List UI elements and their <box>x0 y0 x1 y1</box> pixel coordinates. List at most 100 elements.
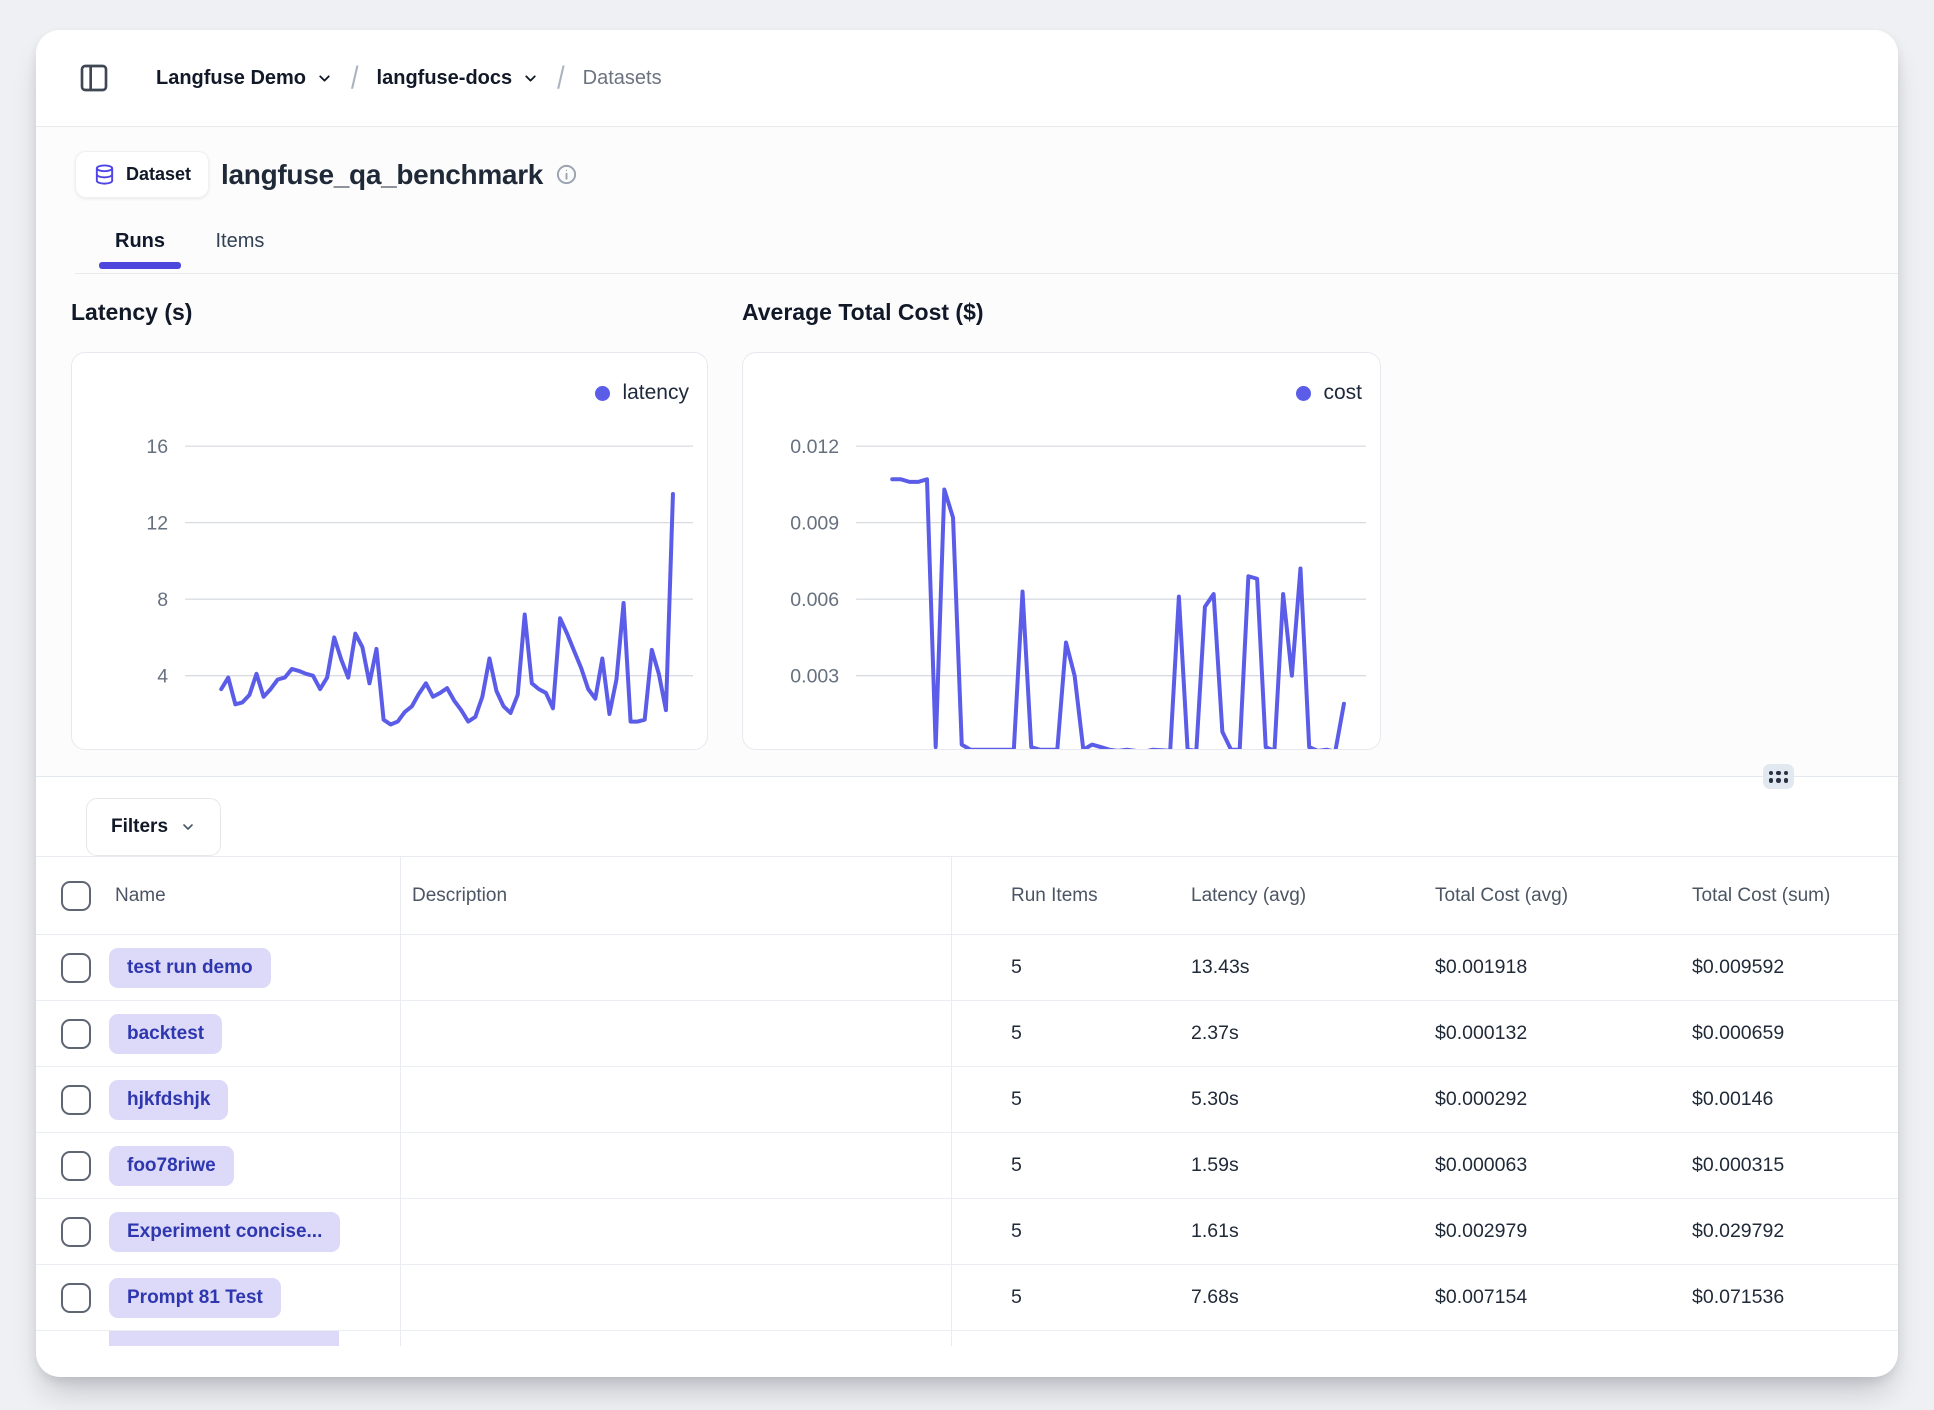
filters-button[interactable]: Filters <box>86 798 221 856</box>
select-all-checkbox[interactable] <box>61 881 91 911</box>
row-checkbox[interactable] <box>61 1217 91 1247</box>
breadcrumb-separator: / <box>557 60 565 96</box>
run-name-badge[interactable] <box>109 1331 339 1346</box>
tabs: Runs Items <box>75 230 1898 274</box>
breadcrumb-org-dropdown[interactable]: Langfuse Demo <box>156 67 333 90</box>
cell-latency-avg: 2.37s <box>1191 1022 1239 1044</box>
svg-text:0.006: 0.006 <box>790 589 839 611</box>
cell-run-items: 5 <box>1011 1286 1022 1308</box>
cell-total-cost-avg: $0.002979 <box>1435 1220 1527 1242</box>
cost-chart-block: Average Total Cost ($) 0.0120.0090.0060.… <box>742 298 1381 750</box>
table-toolbar: Filters <box>36 777 1898 856</box>
cell-run-items: 5 <box>1011 1088 1022 1110</box>
table-body: test run demo513.43s$0.001918$0.009592ba… <box>36 935 1898 1346</box>
legend-dot-icon <box>595 386 610 401</box>
database-icon <box>93 163 116 186</box>
table-header-row: Name Description Run Items Latency (avg)… <box>36 857 1898 935</box>
cell-run-items: 5 <box>1011 1154 1022 1176</box>
cell-run-items: 5 <box>1011 1022 1022 1044</box>
cell-latency-avg: 5.30s <box>1191 1088 1239 1110</box>
tab-items[interactable]: Items <box>199 230 280 273</box>
run-name-badge[interactable]: backtest <box>109 1014 222 1054</box>
latency-chart-legend: latency <box>595 381 689 405</box>
dataset-type-badge: Dataset <box>75 151 209 198</box>
run-name-badge[interactable]: Experiment concise... <box>109 1212 340 1252</box>
legend-label: cost <box>1323 381 1362 405</box>
latency-chart-card: 16 12 8 4 latency <box>71 352 708 750</box>
cell-latency-avg: 7.68s <box>1191 1286 1239 1308</box>
run-name-badge[interactable]: hjkfdshjk <box>109 1080 228 1120</box>
table-row[interactable]: backtest 5 2.37s $0.000132 $0.000659 <box>36 1001 1898 1067</box>
tab-runs[interactable]: Runs <box>99 230 181 273</box>
cell-latency-avg: 1.59s <box>1191 1154 1239 1176</box>
breadcrumb: Langfuse Demo / langfuse-docs / Datasets <box>36 30 1898 127</box>
row-checkbox[interactable] <box>61 1283 91 1313</box>
latency-chart-block: Latency (s) 16 12 8 4 latency <box>71 298 708 750</box>
table-row[interactable]: Prompt 81 Test 5 7.68s $0.007154 $0.071536 <box>36 1265 1898 1331</box>
column-header-run-items: Run Items <box>952 885 1190 907</box>
chevron-down-icon <box>522 70 539 87</box>
cost-line-chart: 0.012 0.009 0.006 0.003 <box>743 353 1380 749</box>
legend-dot-icon <box>1296 386 1311 401</box>
svg-text:0.009: 0.009 <box>790 513 839 535</box>
svg-text:0.003: 0.003 <box>790 666 839 688</box>
cost-chart-title: Average Total Cost ($) <box>742 298 1381 326</box>
table-row[interactable]: foo78riwe 5 1.59s $0.000063 $0.000315 <box>36 1133 1898 1199</box>
panel-left-icon <box>78 62 110 94</box>
table-row[interactable]: hjkfdshjk 5 5.30s $0.000292 $0.00146 <box>36 1067 1898 1133</box>
cell-total-cost-avg: $0.001918 <box>1435 956 1527 978</box>
cell-run-items: 5 <box>1011 1220 1022 1242</box>
chevron-down-icon <box>180 819 196 835</box>
svg-text:0.012: 0.012 <box>790 436 839 458</box>
table-row[interactable]: Experiment concise... 5 1.61s $0.002979 $0.0… <box>36 1199 1898 1265</box>
row-checkbox[interactable] <box>61 1151 91 1181</box>
table-row[interactable]: test run demo513.43s$0.001918$0.009592 <box>36 935 1898 1001</box>
run-name-badge[interactable]: Prompt 81 Test <box>109 1278 281 1318</box>
cell-total-cost-sum: $0.009592 <box>1692 956 1784 978</box>
run-name-badge[interactable]: foo78riwe <box>109 1146 234 1186</box>
legend-label: latency <box>622 381 689 405</box>
cell-total-cost-avg: $0.000292 <box>1435 1088 1527 1110</box>
breadcrumb-separator: / <box>351 60 359 96</box>
column-header-total-cost-avg: Total Cost (avg) <box>1434 885 1691 907</box>
cell-total-cost-sum: $0.029792 <box>1692 1220 1784 1242</box>
charts-panel: Latency (s) 16 12 8 4 latency Average Total… <box>36 274 1898 777</box>
cost-chart-legend: cost <box>1296 381 1362 405</box>
cell-total-cost-sum: $0.000659 <box>1692 1022 1784 1044</box>
svg-text:16: 16 <box>146 436 168 458</box>
breadcrumb-section-label: Datasets <box>583 67 662 90</box>
svg-text:8: 8 <box>157 589 168 611</box>
column-header-total-cost-sum: Total Cost (sum) <box>1691 885 1898 907</box>
main-window: Langfuse Demo / langfuse-docs / Datasets… <box>36 30 1898 1377</box>
filters-button-label: Filters <box>111 816 168 838</box>
cell-total-cost-sum: $0.071536 <box>1692 1286 1784 1308</box>
row-checkbox[interactable] <box>61 1019 91 1049</box>
svg-text:4: 4 <box>157 666 168 688</box>
info-icon[interactable] <box>555 163 578 186</box>
runs-table: Name Description Run Items Latency (avg)… <box>36 856 1898 1346</box>
breadcrumb-project-dropdown[interactable]: langfuse-docs <box>377 67 540 90</box>
column-header-description: Description <box>401 857 952 934</box>
breadcrumb-project-label: langfuse-docs <box>377 67 513 90</box>
cell-total-cost-avg: $0.000063 <box>1435 1154 1527 1176</box>
column-header-latency-avg: Latency (avg) <box>1190 885 1434 907</box>
svg-text:12: 12 <box>146 513 168 535</box>
cell-latency-avg: 1.61s <box>1191 1220 1239 1242</box>
row-checkbox[interactable] <box>61 953 91 983</box>
cell-total-cost-sum: $0.000315 <box>1692 1154 1784 1176</box>
cell-total-cost-avg: $0.000132 <box>1435 1022 1527 1044</box>
breadcrumb-org-label: Langfuse Demo <box>156 67 306 90</box>
column-header-name: Name <box>101 857 401 934</box>
chevron-down-icon <box>316 70 333 87</box>
latency-line-chart: 16 12 8 4 <box>72 353 707 749</box>
cell-total-cost-sum: $0.00146 <box>1692 1088 1773 1110</box>
panel-resize-handle[interactable] <box>1763 764 1794 789</box>
cell-total-cost-avg: $0.007154 <box>1435 1286 1527 1308</box>
sidebar-toggle-button[interactable] <box>78 62 110 94</box>
table-row[interactable] <box>36 1331 1898 1346</box>
row-checkbox[interactable] <box>61 1085 91 1115</box>
run-name-badge[interactable]: test run demo <box>109 948 271 988</box>
latency-chart-title: Latency (s) <box>71 298 708 326</box>
cell-run-items: 5 <box>1011 956 1022 978</box>
dataset-type-label: Dataset <box>126 164 191 185</box>
